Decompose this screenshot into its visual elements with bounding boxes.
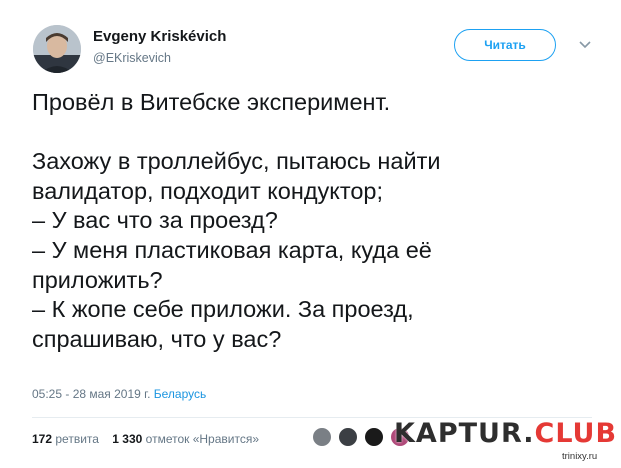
follow-button[interactable]: Читать (454, 29, 556, 61)
tweet-timestamp: 05:25 - 28 мая 2019 г. Беларусь (32, 387, 206, 401)
tweet-line: – У вас что за проезд? (32, 207, 278, 234)
tweet-line: приложить? (32, 266, 163, 293)
tweet-line: – У меня пластиковая карта, куда её (32, 236, 432, 263)
chevron-down-icon[interactable] (578, 38, 592, 52)
liker-avatar[interactable] (364, 427, 384, 447)
timestamp-text[interactable]: 05:25 - 28 мая 2019 г. (32, 387, 150, 401)
likes-stat[interactable]: 1 330 отметок «Нравится» (112, 432, 259, 446)
tweet-line: Захожу в троллейбус, пытаюсь найти (32, 148, 441, 175)
watermark-part-a: KAPTUR. (394, 418, 535, 449)
tweet-line (32, 118, 592, 148)
tweet-line: Провёл в Витебске эксперимент. (32, 89, 391, 115)
watermark-part-b: CLUB (534, 418, 618, 449)
tweet-text: Провёл в Витебске эксперимент. Захожу в … (32, 88, 592, 354)
liker-avatar[interactable] (338, 427, 358, 447)
retweets-count: 172 (32, 432, 53, 446)
location-link[interactable]: Беларусь (154, 387, 206, 401)
retweets-stat[interactable]: 172 ретвита (32, 432, 99, 446)
tweet-stats: 172 ретвита 1 330 отметок «Нравится» (32, 432, 259, 446)
liker-avatar[interactable] (312, 427, 332, 447)
author-name[interactable]: Evgeny Kriskévich (93, 28, 226, 45)
author-handle[interactable]: @EKriskevich (93, 51, 171, 65)
likes-label: отметок «Нравится» (145, 432, 260, 446)
author-avatar[interactable] (33, 25, 81, 73)
watermark-logo: KAPTUR.CLUB (394, 418, 617, 449)
watermark-site: trinixy.ru (562, 451, 598, 462)
tweet-line: валидатор, подходит кондуктор; (32, 177, 384, 204)
tweet-line: – К жопе себе приложи. За проезд, (32, 296, 414, 323)
likes-count: 1 330 (112, 432, 143, 446)
retweets-label: ретвита (55, 432, 99, 446)
tweet-line: спрашиваю, что у вас? (32, 325, 282, 352)
